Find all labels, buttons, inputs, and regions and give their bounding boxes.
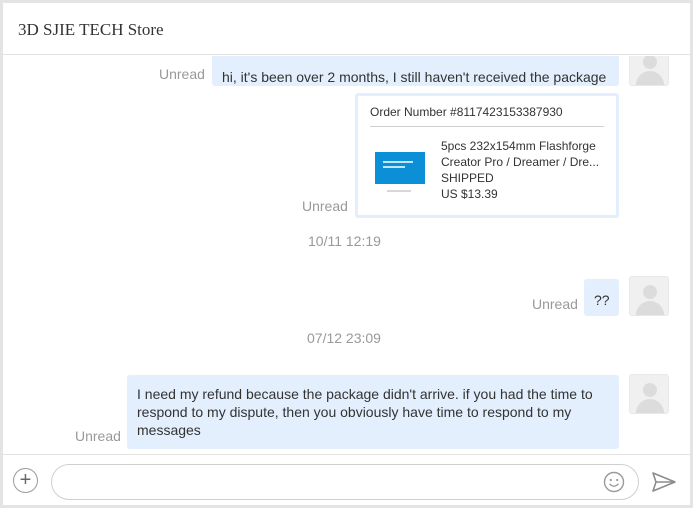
unread-label: Unread — [159, 66, 205, 82]
message-input[interactable] — [51, 464, 639, 500]
unread-label: Unread — [302, 198, 348, 214]
store-title: 3D SJIE TECH Store — [18, 20, 164, 39]
message-bubble: hi, it's been over 2 months, I still hav… — [212, 56, 619, 86]
product-price: US $13.39 — [441, 187, 498, 201]
chat-window: 3D SJIE TECH Store Unread hi, it's been … — [0, 0, 693, 508]
product-info: 5pcs 232x154mm Flashforge Creator Pro / … — [441, 138, 609, 202]
message-text: hi, it's been over 2 months, I still hav… — [222, 69, 607, 85]
user-avatar-icon — [629, 374, 669, 414]
smiley-icon — [603, 471, 625, 493]
order-card[interactable]: Order Number #8117423153387930 5pcs 232x… — [355, 93, 619, 218]
product-thumbnail[interactable] — [371, 138, 433, 200]
message-timestamp: 07/12 23:09 — [307, 330, 381, 346]
message-list[interactable]: Unread hi, it's been over 2 months, I st… — [3, 56, 690, 454]
message-text-line: messages — [137, 422, 201, 438]
plus-icon: + — [19, 469, 32, 491]
divider — [370, 126, 604, 127]
user-avatar-icon — [629, 56, 669, 86]
shipping-status: SHIPPED — [441, 171, 494, 185]
chat-header: 3D SJIE TECH Store — [3, 3, 690, 55]
unread-label: Unread — [75, 428, 121, 444]
emoji-button[interactable] — [603, 471, 625, 493]
order-number: Order Number #8117423153387930 — [370, 105, 563, 119]
product-title-line2: Creator Pro / Dreamer / Dre... — [441, 155, 600, 169]
composer-bar: + — [3, 454, 690, 505]
send-arrow-icon — [652, 472, 676, 492]
message-timestamp: 10/11 12:19 — [308, 233, 381, 249]
message-bubble: ?? — [584, 279, 619, 316]
add-attachment-button[interactable]: + — [13, 468, 38, 493]
product-title-line1: 5pcs 232x154mm Flashforge — [441, 139, 596, 153]
message-text-line: I need my refund because the package did… — [137, 386, 593, 402]
message-bubble: I need my refund because the package did… — [127, 375, 619, 449]
message-text-line: respond to my dispute, then you obviousl… — [137, 404, 572, 420]
unread-label: Unread — [532, 296, 578, 312]
message-text: ?? — [594, 292, 610, 308]
user-avatar-icon — [629, 276, 669, 316]
send-button[interactable] — [651, 470, 677, 494]
